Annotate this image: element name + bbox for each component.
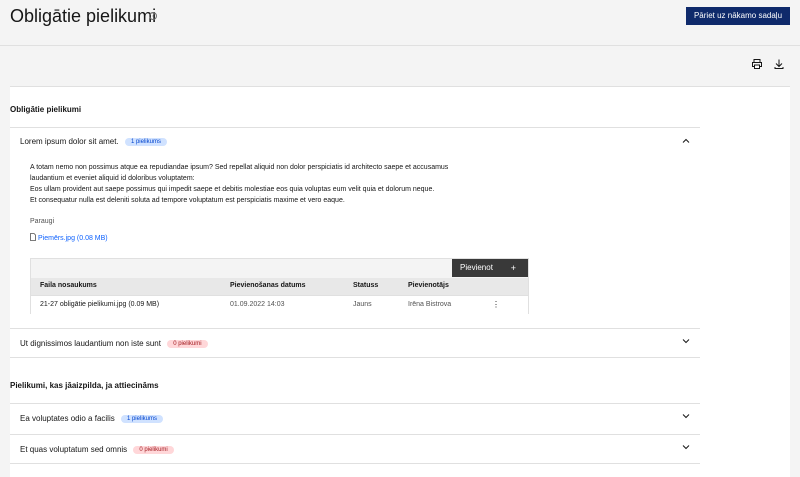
chevron-down-icon[interactable]	[682, 443, 690, 451]
example-file-name: Piemērs.jpg (0.08 MB)	[38, 235, 108, 242]
accordion-item-label: Ea voluptates odio a facilis	[20, 414, 115, 423]
column-header: Pievienotājs	[408, 282, 449, 289]
accordion-item-label: Lorem ipsum dolor sit amet.	[20, 137, 119, 146]
accordion-item-et[interactable]: Et quas voluptatum sed omnis 0 pielikumi	[10, 434, 700, 464]
download-icon[interactable]	[773, 58, 785, 70]
accordion-item-header: Lorem ipsum dolor sit amet. 1 pielikums	[20, 137, 167, 146]
table-cell: 21-27 obligātie pielikumi.jpg (0.09 MB)	[40, 301, 160, 308]
chevron-down-icon[interactable]	[682, 337, 690, 345]
attachment-count-badge: 1 pielikums	[124, 138, 167, 146]
column-header: Faila nosaukums	[40, 282, 97, 289]
description-line: Et consequatur nulla est deleniti soluta…	[30, 197, 345, 204]
column-header: Statuss	[353, 282, 379, 289]
examples-label: Paraugi	[30, 218, 55, 225]
description-line: A totam nemo non possimus atque ea repud…	[30, 164, 449, 171]
add-attachment-label: Pievienot	[460, 263, 493, 272]
page-header: Obligātie pielikumi ? Pāriet uz nākamo s…	[0, 0, 800, 46]
accordion-item-header: Et quas voluptatum sed omnis 0 pielikumi	[20, 445, 174, 454]
accordion-description: A totam nemo non possimus atque ea repud…	[30, 162, 550, 206]
table-row: 21-27 obligātie pielikumi.jpg (0.09 MB) …	[31, 295, 528, 314]
page-title: Obligātie pielikumi	[10, 6, 157, 26]
accordion-item-ea[interactable]: Ea voluptates odio a facilis 1 pielikums	[10, 403, 700, 434]
table-cell: Irēna Bistrova	[408, 301, 452, 308]
table-cell: Jauns	[353, 301, 372, 308]
accordion-item-ut[interactable]: Ut dignissimos laudantium non iste sunt …	[10, 328, 700, 358]
printer-icon[interactable]	[751, 58, 763, 70]
description-line: Eos ullam provident aut saepe possimus q…	[30, 186, 435, 193]
description-line: laudantium et eveniet aliquid id dolorib…	[30, 175, 195, 182]
section-title-mandatory: Obligātie pielikumi	[10, 105, 82, 114]
add-attachment-button[interactable]: Pievienot +	[452, 259, 528, 277]
table-cell: 01.09.2022 14:03	[230, 301, 285, 308]
chevron-down-icon[interactable]	[682, 412, 690, 420]
attachment-count-badge: 0 pielikumi	[167, 340, 208, 348]
column-header: Pievienošanas datums	[230, 282, 306, 289]
attachment-count-badge: 0 pielikumi	[133, 446, 174, 454]
attachment-count-badge: 1 pielikums	[120, 415, 163, 423]
help-icon[interactable]: ?	[149, 12, 157, 20]
table-header: Faila nosaukums Pievienošanas datums Sta…	[31, 278, 528, 295]
accordion-item-header: Ea voluptates odio a facilis 1 pielikums	[20, 414, 163, 423]
example-file-link[interactable]: Piemērs.jpg (0.08 MB)	[30, 233, 108, 242]
section-title-optional: Pielikumi, kas jāaizpilda, ja attiecinām…	[10, 381, 159, 390]
chevron-up-icon[interactable]	[682, 137, 690, 145]
overflow-menu-icon[interactable]: ⋮	[492, 300, 500, 309]
accordion-item-label: Ut dignissimos laudantium non iste sunt	[20, 339, 161, 348]
plus-icon: +	[510, 263, 516, 273]
accordion-item-header: Ut dignissimos laudantium non iste sunt …	[20, 339, 208, 348]
file-icon	[30, 233, 36, 241]
attachments-table: Pievienot + Faila nosaukums Pievienošana…	[30, 258, 529, 314]
accordion-item-label: Et quas voluptatum sed omnis	[20, 445, 128, 454]
next-section-button[interactable]: Pāriet uz nākamo sadaļu	[686, 7, 790, 25]
